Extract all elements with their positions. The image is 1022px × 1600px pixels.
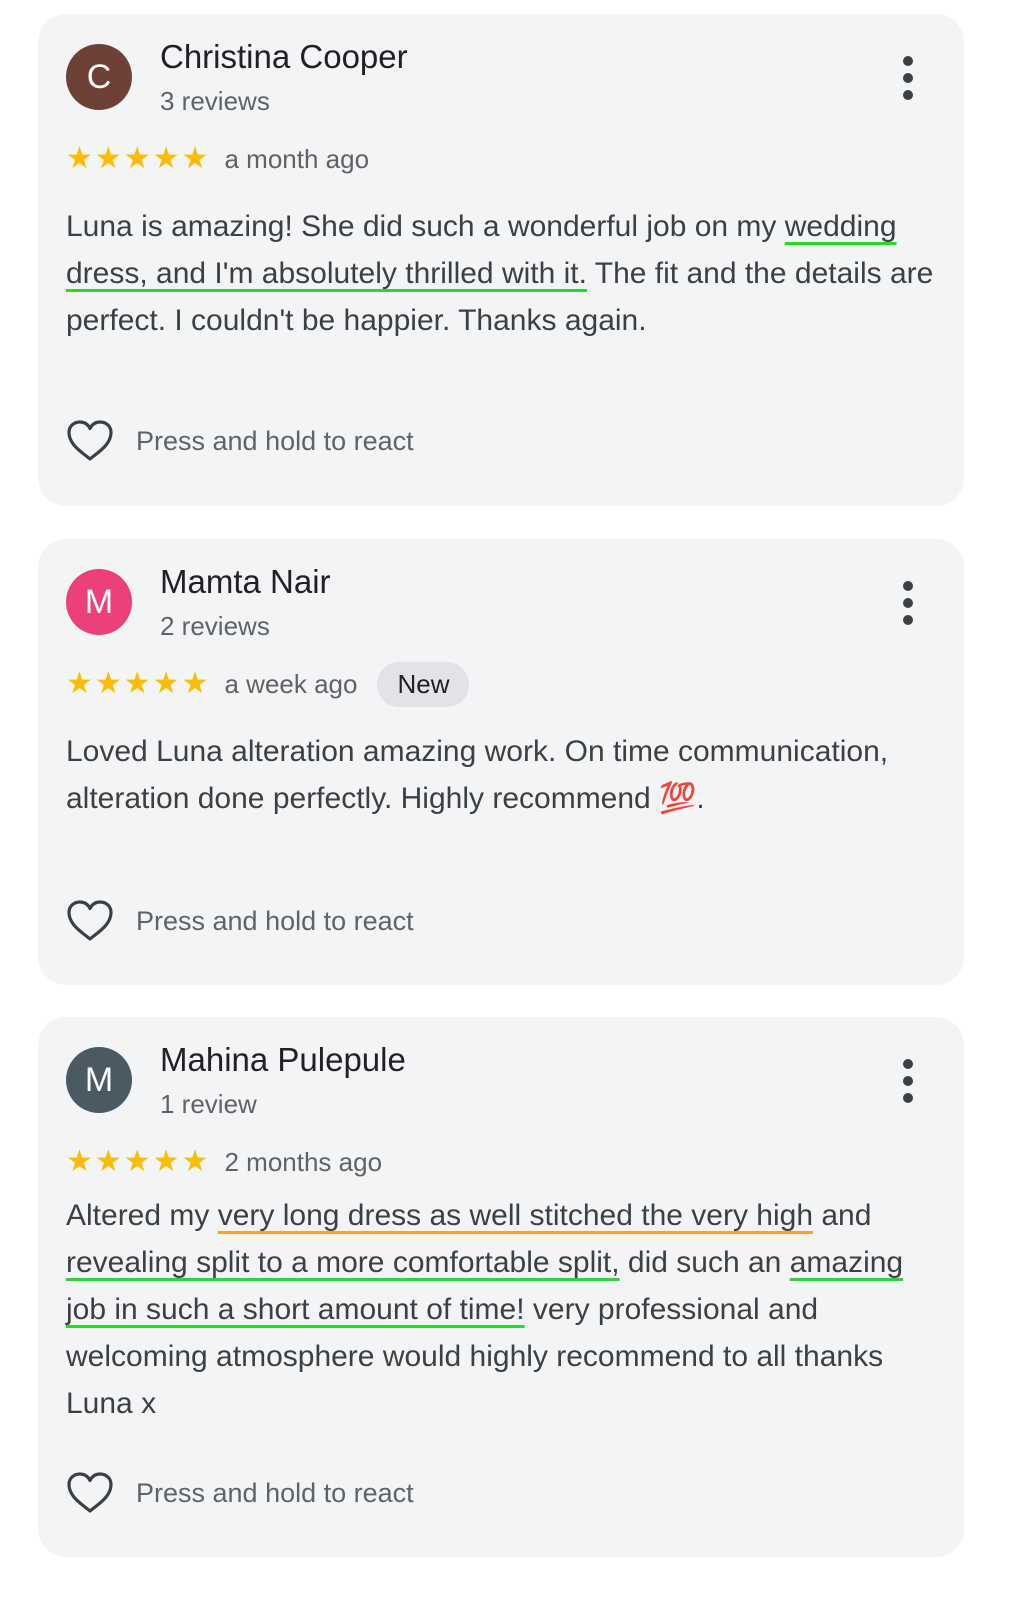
highlighted-text-segment: very long dress as well stitched the ver… bbox=[217, 1199, 814, 1232]
avatar[interactable]: M bbox=[66, 569, 132, 635]
react-button[interactable]: Press and hold to react bbox=[66, 1471, 414, 1515]
review-count: 2 reviews bbox=[160, 611, 270, 641]
heart-icon bbox=[67, 420, 113, 461]
react-button[interactable]: Press and hold to react bbox=[66, 899, 414, 943]
react-button[interactable]: Press and hold to react bbox=[66, 419, 414, 463]
rating-row: ★★★★★ a week ago New bbox=[66, 661, 470, 707]
react-label: Press and hold to react bbox=[136, 1477, 414, 1508]
more-options-icon[interactable] bbox=[890, 56, 926, 100]
star-rating: ★★★★★ bbox=[66, 1144, 211, 1179]
heart-icon bbox=[67, 1472, 113, 1513]
star-rating: ★★★★★ bbox=[66, 141, 211, 176]
review-text-segment: and bbox=[813, 1199, 872, 1232]
review-card: C Christina Cooper 3 reviews ★★★★★ a mon… bbox=[38, 14, 964, 506]
heart-icon bbox=[67, 900, 113, 941]
review-time: a week ago bbox=[224, 668, 358, 699]
review-time: a month ago bbox=[224, 143, 370, 174]
star-rating: ★★★★★ bbox=[66, 666, 211, 701]
avatar[interactable]: C bbox=[66, 44, 132, 110]
review-card: M Mamta Nair 2 reviews ★★★★★ a week ago … bbox=[38, 539, 964, 985]
review-text-segment: did such an bbox=[619, 1246, 790, 1279]
review-text: Loved Luna alteration amazing work. On t… bbox=[66, 735, 889, 815]
react-label: Press and hold to react bbox=[136, 425, 414, 456]
review-text-segment: Luna is amazing! She did such a wonderfu… bbox=[66, 210, 785, 243]
reviewer-name[interactable]: Mamta Nair bbox=[160, 563, 331, 601]
review-text-segment: Altered my bbox=[66, 1199, 218, 1232]
avatar[interactable]: M bbox=[66, 1047, 132, 1113]
more-options-icon[interactable] bbox=[890, 1059, 926, 1103]
new-badge: New bbox=[377, 661, 470, 707]
highlighted-text-segment: revealing split to a more comfortable sp… bbox=[66, 1246, 620, 1279]
review-count: 3 reviews bbox=[160, 86, 270, 116]
rating-row: ★★★★★ 2 months ago bbox=[66, 1142, 382, 1182]
review-text: Luna is amazing! She did such a wonderfu… bbox=[66, 203, 936, 344]
review-count: 1 review bbox=[160, 1089, 257, 1119]
review-text: Altered my very long dress as well stitc… bbox=[66, 1192, 936, 1427]
more-options-icon[interactable] bbox=[890, 581, 926, 625]
rating-row: ★★★★★ a month ago bbox=[66, 139, 369, 179]
reviewer-name[interactable]: Christina Cooper bbox=[160, 38, 408, 76]
review-time: 2 months ago bbox=[224, 1146, 383, 1177]
review-card: M Mahina Pulepule 1 review ★★★★★ 2 month… bbox=[38, 1017, 964, 1557]
reviewer-name[interactable]: Mahina Pulepule bbox=[160, 1041, 406, 1079]
react-label: Press and hold to react bbox=[136, 905, 414, 936]
